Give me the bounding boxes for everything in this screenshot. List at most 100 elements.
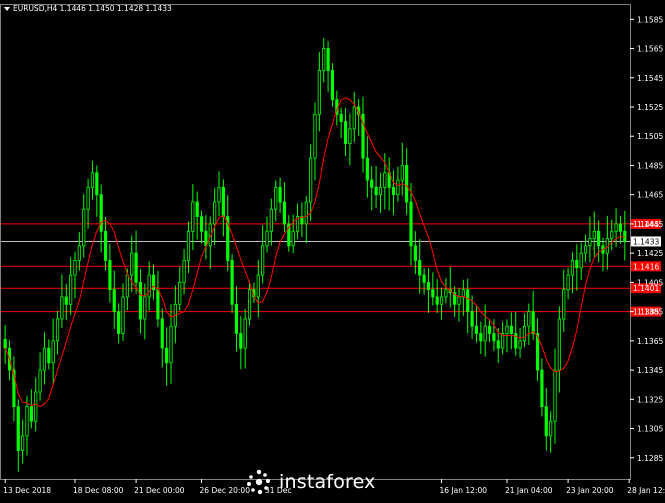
candle-body[interactable] [144, 297, 146, 319]
candle-body[interactable] [283, 202, 285, 224]
candle-body[interactable] [475, 326, 477, 333]
candle-body[interactable] [170, 326, 172, 363]
candle-body[interactable] [17, 407, 19, 451]
candle-body[interactable] [506, 326, 508, 333]
candle-body[interactable] [179, 282, 181, 304]
candle-body[interactable] [523, 326, 525, 341]
candle-body[interactable] [235, 304, 237, 333]
candle-body[interactable] [200, 217, 202, 232]
candle-body[interactable] [157, 290, 159, 319]
candle-body[interactable] [624, 231, 626, 241]
candle-body[interactable] [126, 275, 128, 297]
candle-body[interactable] [397, 180, 399, 195]
candle-body[interactable] [30, 407, 32, 422]
candle-body[interactable] [510, 326, 512, 333]
candle-body[interactable] [401, 165, 403, 180]
candle-body[interactable] [279, 187, 281, 202]
candle-body[interactable] [349, 129, 351, 144]
candle-body[interactable] [375, 187, 377, 194]
candle-body[interactable] [52, 341, 54, 363]
candle-body[interactable] [100, 195, 102, 232]
candle-body[interactable] [196, 202, 198, 217]
candle-body[interactable] [39, 370, 41, 392]
candle-body[interactable] [331, 70, 333, 99]
candle-body[interactable] [440, 297, 442, 304]
candle-body[interactable] [497, 341, 499, 348]
candle-body[interactable] [318, 70, 320, 114]
candle-body[interactable] [244, 319, 246, 348]
candle-body[interactable] [471, 312, 473, 327]
candle-body[interactable] [183, 260, 185, 282]
candle-body[interactable] [78, 246, 80, 261]
candle-body[interactable] [423, 275, 425, 282]
candle-body[interactable] [275, 187, 277, 209]
candle-body[interactable] [410, 202, 412, 246]
candle-body[interactable] [131, 253, 133, 275]
candle-body[interactable] [248, 290, 250, 319]
candle-body[interactable] [122, 297, 124, 334]
candle-body[interactable] [261, 246, 263, 275]
candle-body[interactable] [528, 312, 530, 327]
candle-body[interactable] [580, 253, 582, 268]
candle-body[interactable] [305, 202, 307, 224]
candle-body[interactable] [192, 202, 194, 231]
candle-body[interactable] [541, 370, 543, 407]
candle-body[interactable] [366, 158, 368, 180]
candle-body[interactable] [340, 114, 342, 121]
candle-body[interactable] [43, 348, 45, 370]
candle-body[interactable] [545, 407, 547, 436]
candle-body[interactable] [419, 260, 421, 275]
candle-body[interactable] [104, 231, 106, 260]
candle-body[interactable] [611, 231, 613, 238]
candle-body[interactable] [218, 187, 220, 202]
candle-body[interactable] [257, 275, 259, 297]
candle-body[interactable] [4, 339, 6, 348]
candle-body[interactable] [493, 334, 495, 341]
candle-body[interactable] [462, 290, 464, 297]
candle-body[interactable] [619, 224, 621, 231]
candle-body[interactable] [549, 421, 551, 436]
candle-body[interactable] [148, 275, 150, 297]
candle-body[interactable] [323, 49, 325, 71]
chart-canvas[interactable]: 1.14451.14161.14011.13851.1433 1.15851.1… [0, 0, 665, 499]
candle-body[interactable] [26, 407, 28, 436]
candle-body[interactable] [65, 297, 67, 304]
candle-body[interactable] [109, 260, 111, 289]
candle-body[interactable] [327, 49, 329, 71]
candle-body[interactable] [187, 231, 189, 260]
candle-body[interactable] [117, 312, 119, 334]
candle-body[interactable] [139, 282, 141, 319]
price-chart[interactable]: 1.14451.14161.14011.13851.1433 1.15851.1… [0, 0, 665, 499]
candle-body[interactable] [309, 158, 311, 202]
candle-body[interactable] [231, 260, 233, 304]
candle-body[interactable] [35, 392, 37, 421]
candle-body[interactable] [563, 290, 565, 319]
candle-body[interactable] [61, 297, 63, 319]
candle-body[interactable] [213, 202, 215, 224]
candle-body[interactable] [589, 239, 591, 246]
candle-body[interactable] [69, 275, 71, 304]
candle-body[interactable] [371, 180, 373, 187]
candle-body[interactable] [593, 231, 595, 238]
candle-body[interactable] [266, 231, 268, 246]
candle-body[interactable] [165, 348, 167, 363]
candle-body[interactable] [135, 253, 137, 282]
candle-body[interactable] [576, 260, 578, 267]
candle-body[interactable] [571, 260, 573, 275]
candle-body[interactable] [597, 231, 599, 246]
candle-body[interactable] [445, 290, 447, 297]
candle-body[interactable] [56, 319, 58, 341]
candle-body[interactable] [519, 341, 521, 348]
candle-body[interactable] [558, 319, 560, 370]
candle-body[interactable] [488, 326, 490, 333]
candle-body[interactable] [467, 290, 469, 312]
candle-body[interactable] [74, 260, 76, 275]
candle-body[interactable] [405, 165, 407, 202]
candle-body[interactable] [353, 107, 355, 129]
candle-body[interactable] [292, 231, 294, 246]
candle-body[interactable] [379, 187, 381, 194]
candle-body[interactable] [567, 275, 569, 290]
candle-body[interactable] [615, 224, 617, 231]
candle-body[interactable] [392, 187, 394, 194]
candle-body[interactable] [87, 187, 89, 209]
